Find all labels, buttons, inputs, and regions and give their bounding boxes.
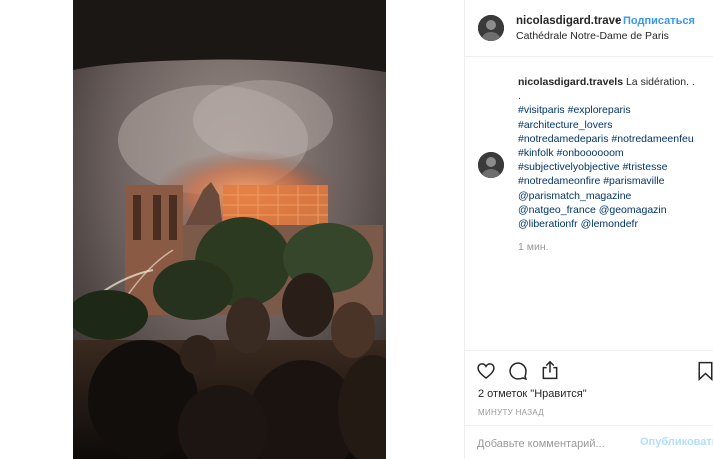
comment-input[interactable] [477,435,617,453]
caption-dot-line: . [518,90,521,103]
post-caption: nicolasdigard.travels La sidération. . .… [518,75,712,231]
caption-timestamp: 1 мин. [518,241,549,253]
hashtag-line[interactable]: #visitparis #exploreparis [518,103,712,117]
avatar[interactable] [478,15,504,41]
caption-avatar[interactable] [478,152,504,178]
add-comment-bar: Опубликовать [465,425,713,459]
location-link[interactable]: Cathédrale Notre-Dame de Paris [516,30,669,42]
follow-button[interactable]: Подписаться [623,15,695,27]
comment-bubble-icon[interactable] [508,361,528,386]
bookmark-icon[interactable] [697,361,713,386]
hashtag-line[interactable]: #kinfolk #onboooooom [518,146,712,160]
hashtag-line[interactable]: #notredamedeparis #notredameenfeu [518,132,712,146]
comments-list: nicolasdigard.travels La sidération. . .… [465,57,713,350]
mention-line[interactable]: @parismatch_magazine [518,189,712,203]
hashtag-line[interactable]: #notredameonfire #parismaville [518,174,712,188]
mention-line[interactable]: @natgeo_france @geomagazin [518,203,712,217]
caption-username[interactable]: nicolasdigard.travels [518,76,623,88]
post-age: МИНУТУ НАЗАД [478,408,544,417]
mention-line[interactable]: @liberationfr @lemondefr [518,217,712,231]
media-area [0,0,464,459]
caption-text: La sidération. . [625,76,695,88]
post-header: nicolasdigard.trave • Подписаться Cathéd… [465,0,713,57]
likes-count[interactable]: 2 отметок "Нравится" [478,388,587,400]
username-link[interactable]: nicolasdigard.trave [516,15,621,27]
hashtag-line[interactable]: #architecture_lovers [518,118,712,132]
publish-button[interactable]: Опубликовать [640,436,713,448]
post-photo[interactable] [73,0,386,459]
hashtag-line[interactable]: #subjectivelyobjective #tristesse [518,160,712,174]
separator-dot: • [615,15,619,27]
post-actions: 2 отметок "Нравится" МИНУТУ НАЗАД [465,350,713,425]
post-sidebar: nicolasdigard.trave • Подписаться Cathéd… [464,0,713,459]
heart-icon[interactable] [476,361,496,386]
share-icon[interactable] [540,360,560,386]
